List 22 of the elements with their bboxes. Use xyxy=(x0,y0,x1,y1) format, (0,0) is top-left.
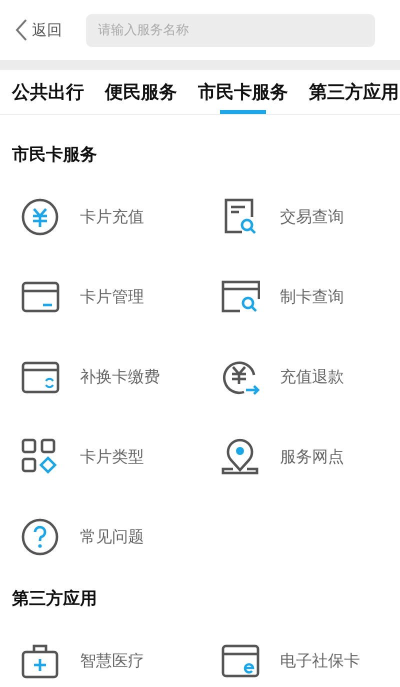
service-item[interactable]: 卡片类型 xyxy=(0,417,200,497)
service-item[interactable]: 交易查询 xyxy=(200,177,400,257)
tab[interactable]: 市民卡服务 xyxy=(198,70,288,114)
service-item[interactable]: 智慧医疗 xyxy=(0,621,200,687)
service-item[interactable]: 常见问题 xyxy=(0,497,200,577)
tab[interactable]: 第三方应用 xyxy=(309,70,399,114)
yuan-circle-icon xyxy=(20,197,60,237)
service-item[interactable]: 卡片充值 xyxy=(0,177,200,257)
location-pin-icon xyxy=(220,437,260,477)
section-title: 市民卡服务 xyxy=(11,144,98,165)
tab[interactable]: 公共出行 xyxy=(12,70,84,114)
search-field[interactable]: 请输入服务名称 xyxy=(86,14,375,46)
back-button[interactable]: 返回 xyxy=(14,18,62,42)
service-item[interactable]: 服务网点 xyxy=(200,417,400,497)
service-item[interactable]: 制卡查询 xyxy=(200,257,400,337)
service-item[interactable]: 充值退款 xyxy=(200,337,400,417)
section-title: 第三方应用 xyxy=(11,588,98,609)
service-item[interactable]: 补换卡缴费 xyxy=(0,337,200,417)
help-icon xyxy=(20,517,60,557)
service-item[interactable]: 卡片管理 xyxy=(0,257,200,337)
tab[interactable]: 便民服务 xyxy=(105,70,177,114)
service-item[interactable]: 电子社保卡 xyxy=(200,621,400,687)
